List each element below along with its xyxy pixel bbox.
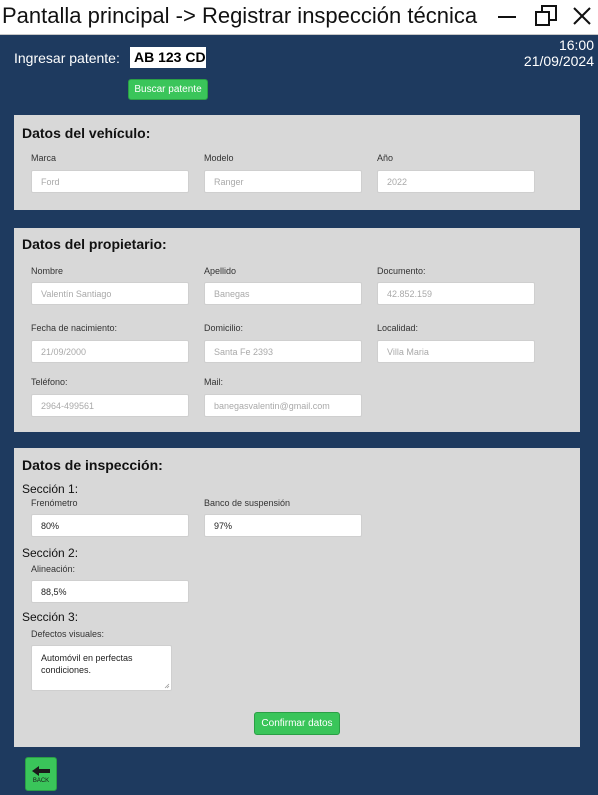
back-label: BACK [32,778,50,784]
owner-title: Datos del propietario: [22,236,167,252]
plate-label: Ingresar patente: [14,50,120,66]
model-field[interactable]: Ranger [204,170,362,193]
back-button[interactable]: BACK [25,757,57,791]
restore-icon[interactable] [533,3,559,29]
confirm-button[interactable]: Confirmar datos [254,712,340,735]
phone-field[interactable]: 2964-499561 [31,394,189,417]
plate-input[interactable]: AB 123 CD [130,47,206,68]
year-label: Año [377,153,394,163]
brand-label: Marca [31,153,57,163]
address-label: Domicilio: [204,323,244,333]
brand-field[interactable]: Ford [31,170,189,193]
birthdate-field[interactable]: 21/09/2000 [31,340,189,363]
surname-label: Apellido [204,266,237,276]
alignment-label: Alineación: [31,564,76,574]
inspection-title: Datos de inspección: [22,457,163,473]
vehicle-title: Datos del vehículo: [22,125,151,141]
defects-text: Automóvil en perfectas condiciones. [41,653,133,675]
suspension-field[interactable]: 97% [204,514,362,537]
email-field[interactable]: banegasvalentin@gmail.com [204,394,362,417]
brake-label: Frenómetro [31,498,78,508]
clock-time: 16:00 [558,37,594,53]
back-arrow-icon [32,766,50,776]
name-field[interactable]: Valentín Santiago [31,282,189,305]
address-field[interactable]: Santa Fe 2393 [204,340,362,363]
section-3-heading: Sección 3: [22,610,79,624]
surname-field[interactable]: Banegas [204,282,362,305]
main-area: Ingresar patente: AB 123 CD 16:00 21/09/… [0,35,598,795]
defects-label: Defectos visuales: [31,629,105,639]
model-label: Modelo [204,153,234,163]
name-label: Nombre [31,266,64,276]
birthdate-label: Fecha de nacimiento: [31,323,118,333]
brake-field[interactable]: 80% [31,514,189,537]
suspension-label: Banco de suspensión [204,498,291,508]
section-2-heading: Sección 2: [22,546,79,560]
document-field[interactable]: 42.852.159 [377,282,535,305]
owner-panel: Datos del propietario: Nombre Valentín S… [14,228,580,432]
document-label: Documento: [377,266,426,276]
year-field[interactable]: 2022 [377,170,535,193]
resize-grip-icon[interactable] [164,683,170,689]
locality-field[interactable]: Villa Maria [377,340,535,363]
defects-textarea[interactable]: Automóvil en perfectas condiciones. [31,645,172,691]
email-label: Mail: [204,377,224,387]
clock-date: 21/09/2024 [523,53,594,69]
search-plate-button[interactable]: Buscar patente [128,79,208,100]
inspection-panel: Datos de inspección: Sección 1: Frenómet… [14,448,580,747]
close-icon[interactable] [569,3,595,29]
alignment-field[interactable]: 88,5% [31,580,189,603]
window-title: Pantalla principal -> Registrar inspecci… [2,3,478,28]
minimize-icon[interactable] [494,3,520,29]
phone-label: Teléfono: [31,377,68,387]
clock: 16:00 21/09/2024 [524,37,594,69]
locality-label: Localidad: [377,323,419,333]
window-titlebar: Pantalla principal -> Registrar inspecci… [0,0,598,35]
vehicle-panel: Datos del vehículo: Marca Ford Modelo Ra… [14,115,580,210]
section-1-heading: Sección 1: [22,482,79,496]
